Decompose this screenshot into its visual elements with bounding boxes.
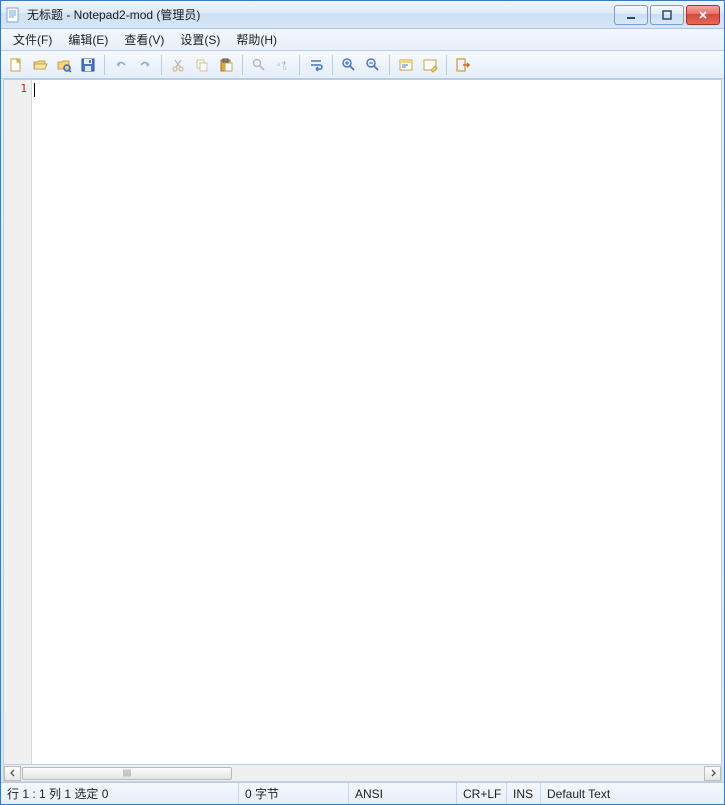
status-encoding[interactable]: ANSI: [349, 783, 457, 804]
wordwrap-button[interactable]: [305, 54, 327, 76]
menu-settings[interactable]: 设置(S): [172, 29, 228, 50]
copy-button[interactable]: [191, 54, 213, 76]
editor-area: 1: [3, 79, 722, 765]
window-controls: [614, 5, 720, 25]
scroll-left-arrow[interactable]: [4, 766, 21, 781]
app-window: 无标题 - Notepad2-mod (管理员) 文件(F) 编辑(E) 查看(…: [0, 0, 725, 805]
paste-button[interactable]: [215, 54, 237, 76]
app-icon: [5, 7, 21, 23]
customize-button[interactable]: [419, 54, 441, 76]
statusbar: 行 1 : 1 列 1 选定 0 0 字节 ANSI CR+LF INS Def…: [1, 782, 724, 804]
zoom-in-button[interactable]: [338, 54, 360, 76]
zoom-out-button[interactable]: [362, 54, 384, 76]
menubar: 文件(F) 编辑(E) 查看(V) 设置(S) 帮助(H): [1, 29, 724, 51]
save-button[interactable]: [77, 54, 99, 76]
toolbar-separator: [161, 55, 162, 75]
titlebar[interactable]: 无标题 - Notepad2-mod (管理员): [1, 1, 724, 29]
new-file-button[interactable]: [5, 54, 27, 76]
status-insert-mode[interactable]: INS: [507, 783, 541, 804]
toolbar-separator: [332, 55, 333, 75]
status-scheme[interactable]: Default Text: [541, 783, 724, 804]
text-caret: [34, 83, 35, 97]
scroll-right-arrow[interactable]: [704, 766, 721, 781]
toolbar: ab: [1, 51, 724, 79]
toolbar-separator: [104, 55, 105, 75]
redo-button[interactable]: [134, 54, 156, 76]
find-button[interactable]: [248, 54, 270, 76]
scheme-button[interactable]: [395, 54, 417, 76]
toolbar-separator: [446, 55, 447, 75]
window-title: 无标题 - Notepad2-mod (管理员): [27, 6, 614, 23]
exit-button[interactable]: [452, 54, 474, 76]
replace-button[interactable]: ab: [272, 54, 294, 76]
scroll-thumb[interactable]: [22, 767, 232, 780]
menu-edit[interactable]: 编辑(E): [60, 29, 116, 50]
menu-help[interactable]: 帮助(H): [228, 29, 285, 50]
minimize-button[interactable]: [614, 5, 648, 25]
toolbar-separator: [299, 55, 300, 75]
scroll-track[interactable]: [21, 766, 704, 781]
status-bytes[interactable]: 0 字节: [239, 783, 349, 804]
status-position[interactable]: 行 1 : 1 列 1 选定 0: [1, 783, 239, 804]
line-number-gutter: 1: [4, 80, 32, 764]
menu-file[interactable]: 文件(F): [5, 29, 60, 50]
text-editor[interactable]: [32, 80, 721, 764]
menu-view[interactable]: 查看(V): [116, 29, 172, 50]
cut-button[interactable]: [167, 54, 189, 76]
horizontal-scrollbar[interactable]: [3, 765, 722, 782]
svg-text:a: a: [277, 60, 281, 68]
undo-button[interactable]: [110, 54, 132, 76]
status-line-ending[interactable]: CR+LF: [457, 783, 507, 804]
maximize-button[interactable]: [650, 5, 684, 25]
line-number: 1: [4, 82, 27, 95]
browse-button[interactable]: [53, 54, 75, 76]
toolbar-separator: [242, 55, 243, 75]
toolbar-separator: [389, 55, 390, 75]
open-file-button[interactable]: [29, 54, 51, 76]
svg-text:b: b: [283, 64, 287, 72]
close-button[interactable]: [686, 5, 720, 25]
